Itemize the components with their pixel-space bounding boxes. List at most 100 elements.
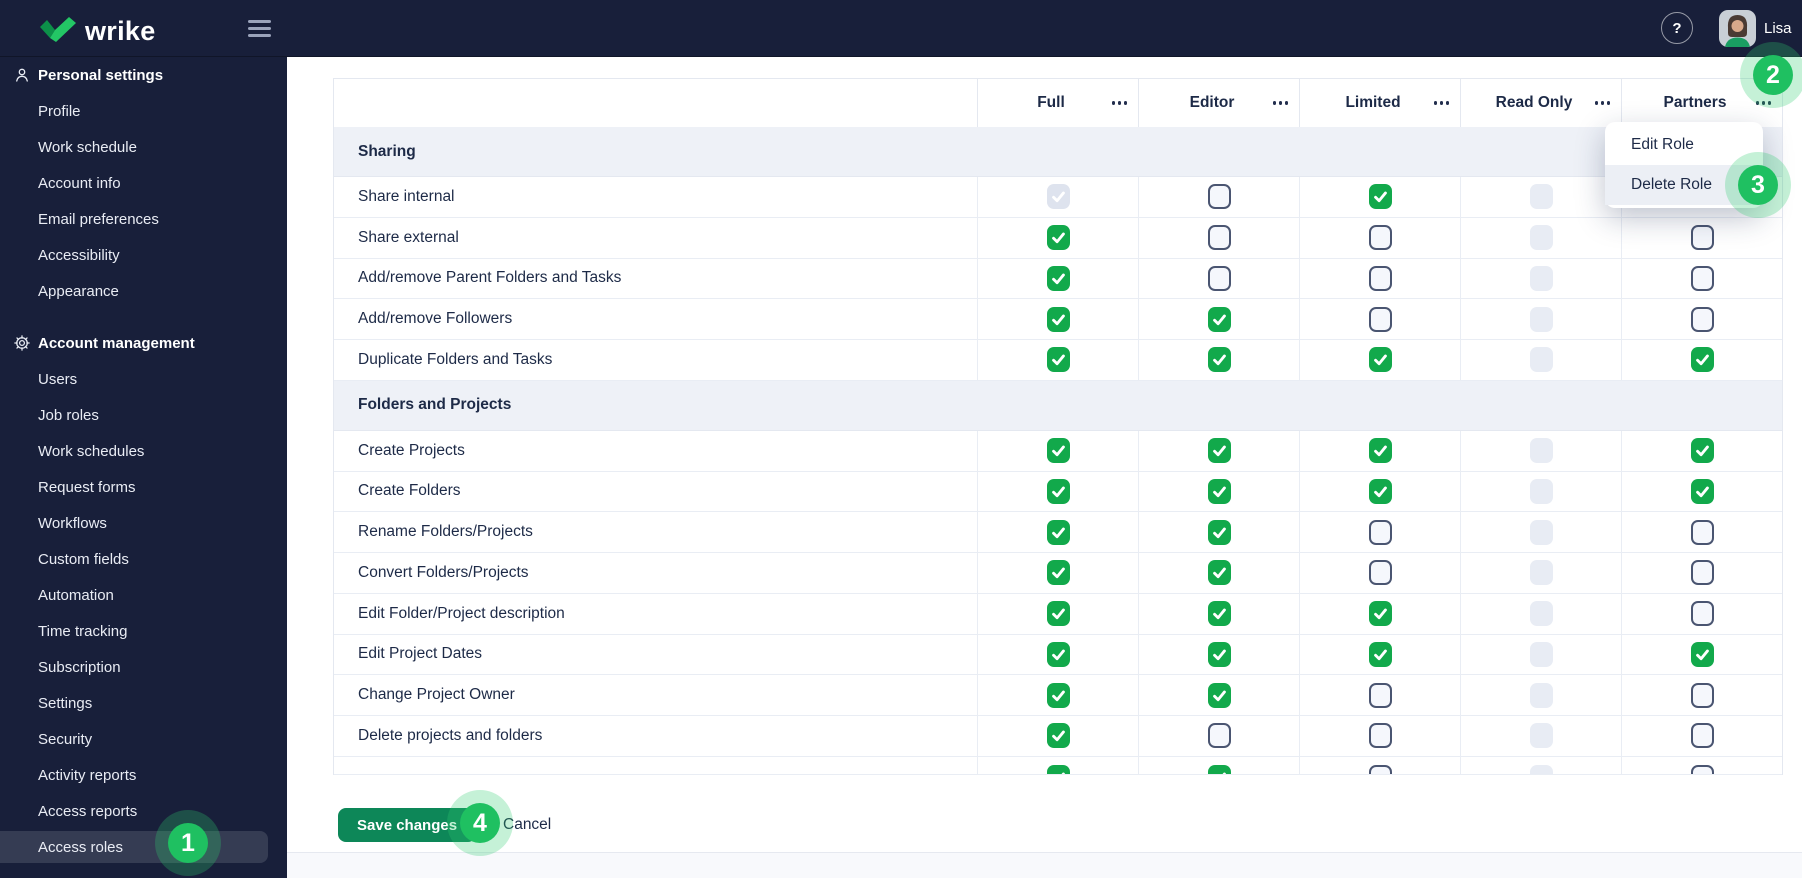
column-menu-ellipsis-icon[interactable] <box>1111 101 1127 105</box>
permission-checkbox-checked[interactable] <box>1207 641 1231 667</box>
permission-checkbox-unchecked[interactable] <box>1690 764 1714 774</box>
permission-checkbox-checked[interactable] <box>1207 601 1231 627</box>
permission-checkbox-checked[interactable] <box>1368 478 1392 504</box>
permission-checkbox-checked[interactable] <box>1690 478 1714 504</box>
user-avatar[interactable] <box>1719 10 1756 47</box>
permission-checkbox-checked[interactable] <box>1046 641 1070 667</box>
permission-checkbox-checked[interactable] <box>1368 347 1392 373</box>
permission-checkbox-unchecked[interactable] <box>1690 306 1714 332</box>
permission-checkbox-unchecked[interactable] <box>1368 682 1392 708</box>
permission-checkbox-disabled <box>1529 478 1553 504</box>
permission-checkbox-checked[interactable] <box>1046 519 1070 545</box>
permission-checkbox-unchecked[interactable] <box>1368 225 1392 251</box>
hamburger-menu-icon[interactable] <box>248 20 271 37</box>
sidebar-item-work-schedules[interactable]: Work schedules <box>0 433 287 469</box>
permission-checkbox-unchecked[interactable] <box>1368 265 1392 291</box>
permission-checkbox-checked[interactable] <box>1046 225 1070 251</box>
permission-checkbox-unchecked[interactable] <box>1368 723 1392 749</box>
sidebar-item-time-tracking[interactable]: Time tracking <box>0 613 287 649</box>
menu-item-edit-role[interactable]: Edit Role <box>1605 125 1763 165</box>
column-header-label: Full <box>1037 94 1065 111</box>
permission-checkbox-unchecked[interactable] <box>1690 225 1714 251</box>
sidebar-item-workflows[interactable]: Workflows <box>0 505 287 541</box>
sidebar-item-subscription[interactable]: Subscription <box>0 649 287 685</box>
sidebar-item-security[interactable]: Security <box>0 721 287 757</box>
cancel-button[interactable]: Cancel <box>503 808 551 842</box>
top-bar: wrike ? Lisa <box>0 0 1802 57</box>
sidebar-item-custom-fields[interactable]: Custom fields <box>0 541 287 577</box>
sidebar-item-email-preferences[interactable]: Email preferences <box>0 201 287 237</box>
permission-checkbox-checked[interactable] <box>1207 306 1231 332</box>
permission-checkbox-unchecked[interactable] <box>1690 265 1714 291</box>
permission-checkbox-checked[interactable] <box>1046 764 1070 774</box>
permission-checkbox-checked[interactable] <box>1207 519 1231 545</box>
permission-checkbox-checked[interactable] <box>1207 478 1231 504</box>
permission-checkbox-checked[interactable] <box>1690 347 1714 373</box>
sidebar-item-access-roles[interactable]: Access roles <box>0 831 268 863</box>
permission-cell <box>1138 340 1299 380</box>
permission-checkbox-checked[interactable] <box>1368 641 1392 667</box>
permission-checkbox-checked[interactable] <box>1368 438 1392 464</box>
permission-checkbox-unchecked[interactable] <box>1690 682 1714 708</box>
permission-checkbox-checked[interactable] <box>1046 265 1070 291</box>
permission-checkbox-checked[interactable] <box>1207 682 1231 708</box>
sidebar-item-automation[interactable]: Automation <box>0 577 287 613</box>
permission-checkbox-checked[interactable] <box>1046 347 1070 373</box>
permission-checkbox-unchecked[interactable] <box>1690 560 1714 586</box>
column-header-label: Editor <box>1189 94 1235 111</box>
permission-checkbox-checked[interactable] <box>1046 723 1070 749</box>
permission-checkbox-unchecked[interactable] <box>1690 519 1714 545</box>
permission-checkbox-unchecked[interactable] <box>1368 560 1392 586</box>
help-icon[interactable]: ? <box>1661 12 1693 44</box>
permission-checkbox-unchecked[interactable] <box>1368 519 1392 545</box>
save-changes-button[interactable]: Save changes <box>338 808 477 842</box>
permission-checkbox-checked[interactable] <box>1046 438 1070 464</box>
sidebar-item-work-schedule[interactable]: Work schedule <box>0 129 287 165</box>
permission-checkbox-unchecked[interactable] <box>1207 225 1231 251</box>
permission-checkbox-checked[interactable] <box>1368 601 1392 627</box>
permission-checkbox-checked[interactable] <box>1046 560 1070 586</box>
sidebar-item-job-roles[interactable]: Job roles <box>0 397 287 433</box>
wrike-logo[interactable]: wrike <box>38 14 156 47</box>
sidebar-item-profile[interactable]: Profile <box>0 93 287 129</box>
permission-checkbox-checked[interactable] <box>1046 478 1070 504</box>
permission-checkbox-checked[interactable] <box>1368 184 1392 210</box>
permission-checkbox-unchecked[interactable] <box>1690 723 1714 749</box>
permission-checkbox-unchecked[interactable] <box>1368 306 1392 332</box>
sidebar-item-user-types[interactable]: User types <box>0 865 287 878</box>
permission-checkbox-disabled <box>1529 682 1553 708</box>
permission-checkbox-unchecked[interactable] <box>1207 184 1231 210</box>
permission-checkbox-checked[interactable] <box>1207 560 1231 586</box>
permission-checkbox-unchecked[interactable] <box>1368 764 1392 774</box>
permission-checkbox-unchecked[interactable] <box>1207 265 1231 291</box>
permission-checkbox-checked[interactable] <box>1207 347 1231 373</box>
permission-checkbox-checked[interactable] <box>1046 601 1070 627</box>
permission-checkbox-checked[interactable] <box>1207 764 1231 774</box>
permission-checkbox-checked[interactable] <box>1207 438 1231 464</box>
permission-checkbox-checked[interactable] <box>1046 682 1070 708</box>
permission-cell <box>1621 430 1782 471</box>
column-menu-ellipsis-icon[interactable] <box>1272 101 1288 105</box>
permission-checkbox-checked[interactable] <box>1690 438 1714 464</box>
sidebar-item-request-forms[interactable]: Request forms <box>0 469 287 505</box>
column-menu-ellipsis-icon[interactable] <box>1594 101 1610 105</box>
sidebar-item-accessibility[interactable]: Accessibility <box>0 237 287 273</box>
sidebar-item-appearance[interactable]: Appearance <box>0 273 287 309</box>
sidebar-item-access-reports[interactable]: Access reports <box>0 793 287 829</box>
sidebar-item-activity-reports[interactable]: Activity reports <box>0 757 287 793</box>
permission-checkbox-unchecked[interactable] <box>1207 723 1231 749</box>
sidebar-item-account-info[interactable]: Account info <box>0 165 287 201</box>
permission-checkbox-unchecked[interactable] <box>1690 601 1714 627</box>
column-menu-ellipsis-icon[interactable] <box>1433 101 1449 105</box>
sidebar-item-settings[interactable]: Settings <box>0 685 287 721</box>
column-menu-ellipsis-icon[interactable] <box>1755 101 1771 105</box>
sidebar-item-users[interactable]: Users <box>0 361 287 397</box>
permission-checkbox-checked[interactable] <box>1690 641 1714 667</box>
column-header-editor: Editor <box>1138 79 1299 127</box>
permission-row-share-external: Share external <box>334 217 1782 259</box>
permission-row-create-projects: Create Projects <box>334 430 1782 472</box>
sidebar-header-account-management[interactable]: Account management <box>0 325 287 361</box>
sidebar-header-personal-settings[interactable]: Personal settings <box>0 57 287 93</box>
permission-cell <box>1621 553 1782 593</box>
permission-checkbox-checked[interactable] <box>1046 306 1070 332</box>
